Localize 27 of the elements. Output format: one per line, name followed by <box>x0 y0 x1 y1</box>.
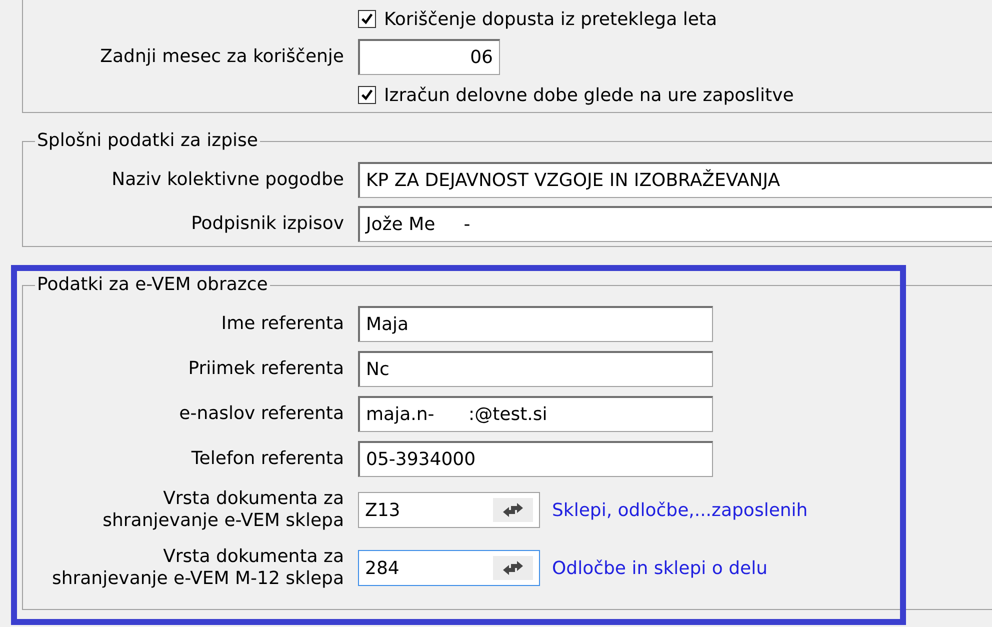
field-label: Ime referenta <box>221 312 344 334</box>
text-field[interactable]: Jože Me - <box>358 206 992 242</box>
field-label: Podpisnik izpisov <box>191 213 344 234</box>
field-label: Vrsta dokumenta za shranjevanje e-VEM sklepa <box>102 488 344 531</box>
checkbox-label: Koriščenje dopusta iz preteklega leta <box>384 8 717 30</box>
field-label: e-naslov referenta <box>179 402 344 424</box>
swap-arrows-icon[interactable] <box>493 556 533 580</box>
lookup-field[interactable]: 284 <box>358 550 540 586</box>
group-title: Splošni podatki za izpise <box>35 131 260 151</box>
field-label: Vrsta dokumenta za shranjevanje e-VEM M-12 sklepa <box>52 546 344 589</box>
swap-arrows-icon[interactable] <box>493 498 533 522</box>
field-label: Zadnji mesec za koriščenje <box>100 46 344 67</box>
text-field[interactable]: KP ZA DEJAVNOST VZGOJE IN IZOBRAŽEVANJA <box>358 162 992 198</box>
text-field[interactable]: 05-3934000 <box>358 440 713 476</box>
text-field[interactable]: Maja <box>358 306 713 342</box>
checkbox[interactable] <box>358 86 376 104</box>
month-field[interactable]: 06 <box>358 39 500 75</box>
field-label: Telefon referenta <box>191 448 344 468</box>
field-label: Priimek referenta <box>188 358 344 378</box>
lookup-field[interactable]: Z13 <box>358 492 540 528</box>
document-type-link[interactable]: Odločbe in sklepi o delu <box>552 558 768 578</box>
checkbox-label: Izračun delovne dobe glede na ure zaposlitve <box>384 84 794 106</box>
field-label: Naziv kolektivne pogodbe <box>112 169 344 190</box>
text-field[interactable]: maja.n- :@test.si <box>358 396 713 432</box>
document-type-link[interactable]: Sklepi, odločbe,...zaposlenih <box>552 500 808 520</box>
checkbox[interactable] <box>358 10 376 28</box>
text-field[interactable]: Nc <box>358 350 713 386</box>
